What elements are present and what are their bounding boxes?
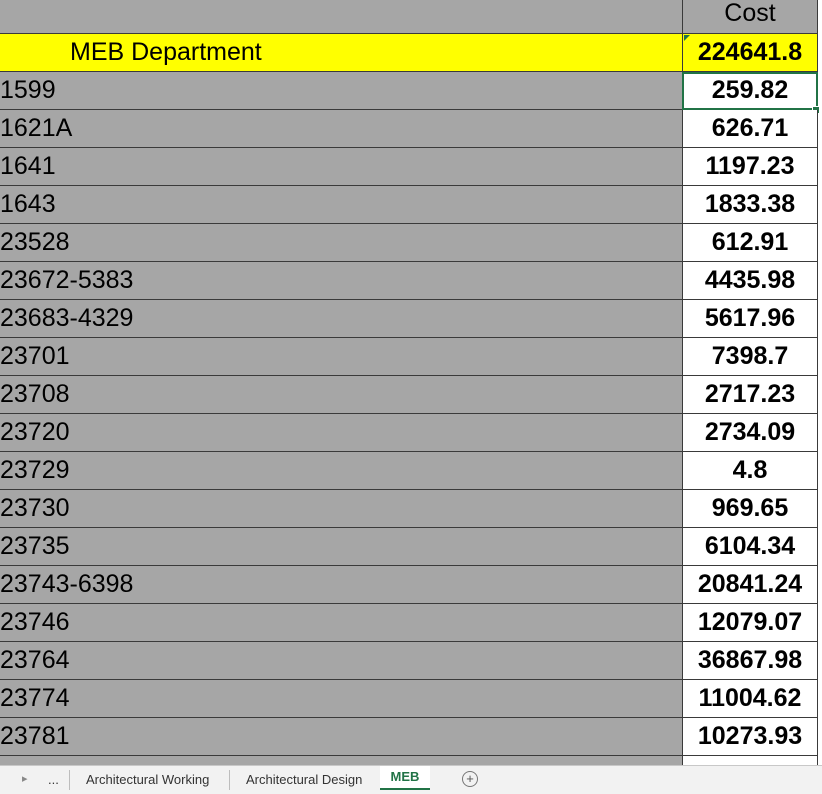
item-id-cell[interactable]: 23781	[0, 718, 682, 756]
tab-meb[interactable]: MEB	[380, 766, 430, 790]
table-row: 23701 7398.7	[0, 338, 822, 376]
item-id-cell[interactable]: 23746	[0, 604, 682, 642]
table-row: 23730 969.65	[0, 490, 822, 528]
cost-cell[interactable]: 5617.96	[682, 300, 818, 338]
cost-cell[interactable]: 4435.98	[682, 262, 818, 300]
item-id-cell[interactable]: 1599	[0, 72, 682, 110]
item-id-cell[interactable]: 1643	[0, 186, 682, 224]
cost-cell[interactable]: 12079.07	[682, 604, 818, 642]
table-row: 23708 2717.23	[0, 376, 822, 414]
table-row: 23781 10273.93	[0, 718, 822, 756]
cost-cell[interactable]: 36867.98	[682, 642, 818, 680]
sheet-tab-bar: ▸ ... Architectural Working Architectura…	[0, 765, 822, 794]
item-id-cell[interactable]: 1621A	[0, 110, 682, 148]
cost-cell[interactable]: 11004.62	[682, 680, 818, 718]
plus-circle-icon[interactable]: +	[462, 771, 478, 787]
item-id-cell[interactable]: 23743-6398	[0, 566, 682, 604]
item-id-cell[interactable]: 23528	[0, 224, 682, 262]
item-id-cell[interactable]: 23729	[0, 452, 682, 490]
table-row: 23746 12079.07	[0, 604, 822, 642]
table-row: 23735 6104.34	[0, 528, 822, 566]
table-row: 23743-6398 20841.24	[0, 566, 822, 604]
cost-cell[interactable]: 7398.7	[682, 338, 818, 376]
item-id-cell[interactable]: 23774	[0, 680, 682, 718]
tab-overflow[interactable]: ...	[48, 770, 59, 790]
cost-cell[interactable]: 10273.93	[682, 718, 818, 756]
cost-cell[interactable]: 4.8	[682, 452, 818, 490]
triangle-right-icon[interactable]: ▸	[22, 772, 28, 785]
cost-cell[interactable]: 259.82	[682, 72, 818, 110]
item-id-cell[interactable]: 23708	[0, 376, 682, 414]
table-row: 23774 11004.62	[0, 680, 822, 718]
item-id-cell[interactable]: 23701	[0, 338, 682, 376]
table-row: 23672-5383 4435.98	[0, 262, 822, 300]
item-id-cell[interactable]: 23683-4329	[0, 300, 682, 338]
department-row: MEB Department 224641.8	[0, 34, 822, 72]
item-id-cell[interactable]	[0, 756, 682, 765]
table-row: 1621A 626.71	[0, 110, 822, 148]
cost-cell[interactable]: 6104.34	[682, 528, 818, 566]
table-row: 23729 4.8	[0, 452, 822, 490]
header-row: Cost	[0, 0, 822, 34]
table-row: 23720 2734.09	[0, 414, 822, 452]
cost-cell[interactable]: 2717.23	[682, 376, 818, 414]
table-row	[0, 756, 822, 765]
item-id-cell[interactable]: 23735	[0, 528, 682, 566]
table-row: 23528 612.91	[0, 224, 822, 262]
tab-architectural-design[interactable]: Architectural Design	[246, 770, 362, 790]
table-row: 1599 259.82	[0, 72, 822, 110]
cost-cell[interactable]	[682, 756, 818, 765]
department-total-cell[interactable]: 224641.8	[682, 34, 818, 72]
item-id-cell[interactable]: 1641	[0, 148, 682, 186]
tab-divider	[69, 770, 70, 790]
table-row: 1641 1197.23	[0, 148, 822, 186]
cost-cell[interactable]: 612.91	[682, 224, 818, 262]
item-id-cell[interactable]: 23672-5383	[0, 262, 682, 300]
formula-indicator-icon	[684, 35, 690, 41]
cost-cell[interactable]: 2734.09	[682, 414, 818, 452]
cost-cell[interactable]: 1833.38	[682, 186, 818, 224]
cost-cell[interactable]: 969.65	[682, 490, 818, 528]
item-id-cell[interactable]: 23720	[0, 414, 682, 452]
spreadsheet-grid: Cost MEB Department 224641.8 1599 259.82 1…	[0, 0, 822, 765]
cost-header-cell[interactable]: Cost	[682, 0, 818, 34]
item-id-cell[interactable]: 23730	[0, 490, 682, 528]
department-total-value: 224641.8	[697, 38, 803, 66]
tab-divider	[229, 770, 230, 790]
department-label-cell[interactable]: MEB Department	[0, 34, 682, 72]
table-row: 23764 36867.98	[0, 642, 822, 680]
tab-architectural-working[interactable]: Architectural Working	[86, 770, 209, 790]
table-row: 1643 1833.38	[0, 186, 822, 224]
cost-cell[interactable]: 20841.24	[682, 566, 818, 604]
item-id-cell[interactable]: 23764	[0, 642, 682, 680]
table-row: 23683-4329 5617.96	[0, 300, 822, 338]
cost-cell[interactable]: 626.71	[682, 110, 818, 148]
cost-cell[interactable]: 1197.23	[682, 148, 818, 186]
header-cell-a[interactable]	[0, 0, 682, 34]
